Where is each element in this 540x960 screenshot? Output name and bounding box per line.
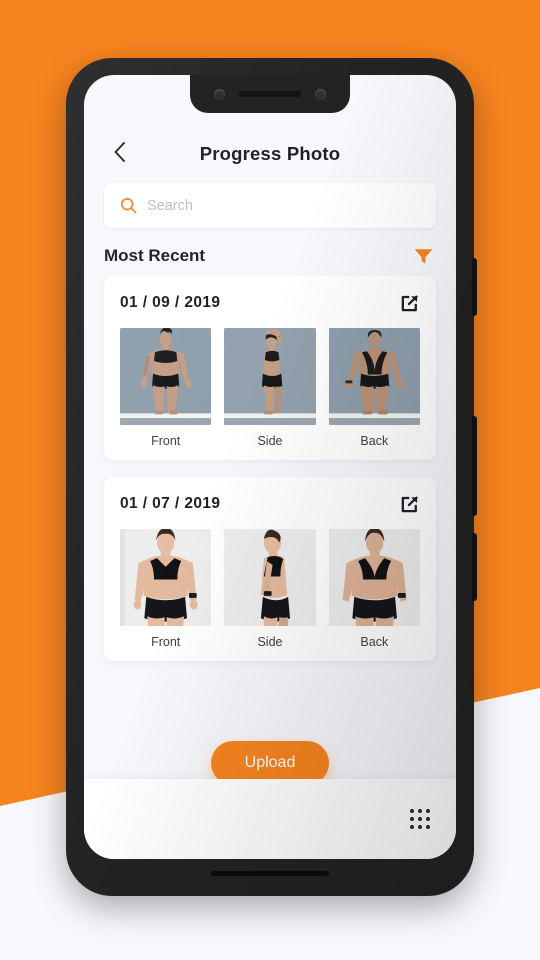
filter-icon — [414, 248, 432, 264]
page-title: Progress Photo — [199, 143, 341, 164]
card-date: 01 / 09 / 2019 — [120, 294, 221, 311]
photo-thumbnail-front[interactable] — [120, 328, 212, 425]
thumbnail-cell: Back — [328, 529, 420, 649]
thumbnail-cell: Front — [120, 328, 212, 448]
search-icon — [120, 197, 137, 214]
section-title: Most Recent — [104, 246, 206, 265]
thumbnail-row: Front Side Back — [120, 328, 420, 448]
grid-dot — [418, 825, 422, 829]
photo-card[interactable]: 01 / 07 / 2019 Front Side Back — [104, 477, 436, 661]
search-section — [84, 177, 456, 228]
front-pose-photo — [120, 328, 212, 425]
thumbnail-label: Side — [257, 434, 283, 448]
photo-card-list: 01 / 09 / 2019 Front Side Back 01 / 07 /… — [84, 276, 456, 779]
back-pose-photo — [328, 529, 420, 626]
camera-lens-icon — [214, 88, 225, 100]
grid-dot — [410, 825, 414, 829]
thumbnail-label: Back — [360, 434, 389, 448]
photo-thumbnail-back[interactable] — [328, 328, 420, 425]
device-side-button-middle[interactable] — [472, 416, 477, 516]
app-container: Progress Photo Most Recent — [84, 75, 456, 859]
photo-thumbnail-back[interactable] — [328, 529, 420, 626]
thumbnail-cell: Back — [328, 328, 420, 448]
search-bar[interactable] — [104, 183, 436, 228]
card-header: 01 / 09 / 2019 — [120, 292, 420, 314]
photo-thumbnail-side[interactable] — [224, 328, 316, 425]
device-bottom-speaker — [211, 871, 329, 876]
phone-device-frame: Progress Photo Most Recent — [66, 58, 477, 896]
filter-button[interactable] — [412, 246, 434, 266]
section-header: Most Recent — [84, 228, 456, 276]
search-input[interactable] — [147, 197, 420, 214]
side-pose-photo — [224, 328, 316, 425]
photo-thumbnail-front[interactable] — [120, 529, 212, 626]
grid-dot — [426, 825, 430, 829]
thumbnail-label: Side — [257, 635, 283, 649]
grid-dot — [418, 817, 422, 821]
grid-dots-icon[interactable] — [410, 809, 430, 829]
device-side-button-top[interactable] — [472, 258, 477, 316]
grid-dot — [426, 809, 430, 813]
bottom-navigation-bar — [84, 779, 456, 859]
card-date: 01 / 07 / 2019 — [120, 495, 221, 512]
thumbnail-label: Front — [151, 635, 181, 649]
share-button[interactable] — [398, 292, 420, 314]
photo-card[interactable]: 01 / 09 / 2019 Front Side Back — [104, 276, 436, 460]
card-header: 01 / 07 / 2019 — [120, 493, 420, 515]
thumbnail-row: Front Side Back — [120, 529, 420, 649]
back-pose-photo — [328, 328, 420, 425]
side-pose-photo — [224, 529, 316, 626]
photo-thumbnail-side[interactable] — [224, 529, 316, 626]
front-pose-photo — [120, 529, 212, 626]
grid-dot — [410, 817, 414, 821]
thumbnail-cell: Side — [224, 328, 316, 448]
thumbnail-cell: Side — [224, 529, 316, 649]
grid-dot — [418, 809, 422, 813]
phone-screen: Progress Photo Most Recent — [84, 75, 456, 859]
share-icon — [401, 295, 418, 311]
camera-sensor-icon — [315, 88, 326, 100]
upload-button[interactable]: Upload — [210, 741, 330, 779]
thumbnail-label: Front — [151, 434, 181, 448]
thumbnail-label: Back — [360, 635, 389, 649]
grid-dot — [426, 817, 430, 821]
grid-dot — [410, 809, 414, 813]
device-notch — [190, 75, 350, 113]
earpiece-speaker — [239, 91, 301, 97]
device-side-button-bottom[interactable] — [472, 533, 477, 601]
share-icon — [401, 496, 418, 512]
thumbnail-cell: Front — [120, 529, 212, 649]
share-button[interactable] — [398, 493, 420, 515]
upload-zone: Upload — [84, 741, 456, 779]
